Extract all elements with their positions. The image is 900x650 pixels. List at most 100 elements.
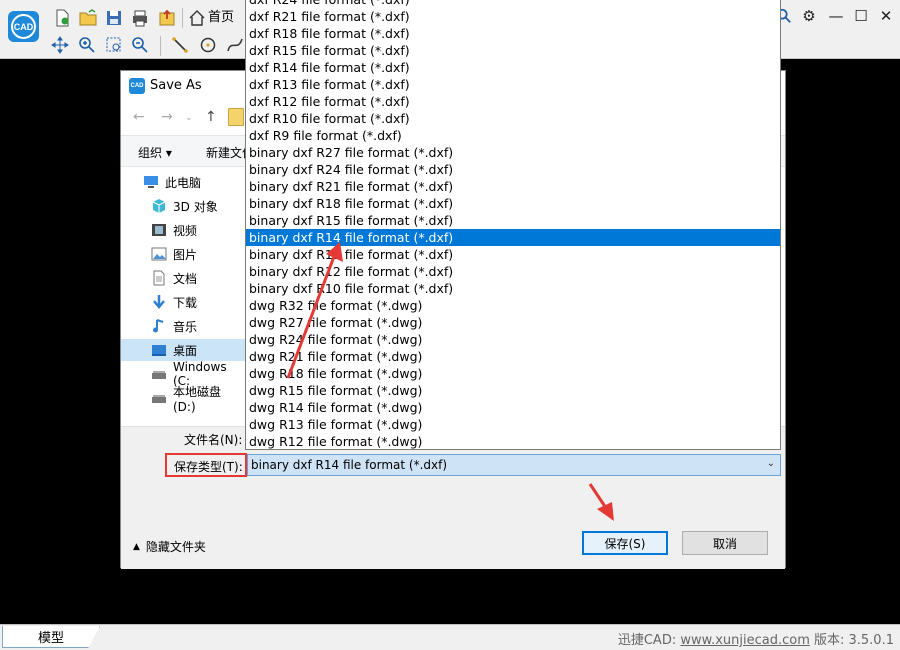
filetype-option[interactable]: binary dxf R13 file format (*.dxf): [246, 246, 780, 263]
model-tab-label: 模型: [38, 631, 65, 646]
filetype-option[interactable]: dxf R9 file format (*.dxf): [246, 127, 780, 144]
zoom-in-icon[interactable]: [77, 35, 97, 55]
dialog-app-icon: CAD: [129, 78, 145, 94]
nav-item-label: 本地磁盘 (D:): [173, 384, 222, 414]
minimize-icon[interactable]: —: [826, 6, 846, 26]
export-icon[interactable]: [157, 8, 177, 28]
filetype-option[interactable]: binary dxf R10 file format (*.dxf): [246, 280, 780, 297]
nav-item[interactable]: 下载: [121, 291, 246, 313]
status-info: 迅捷CAD: www.xunjiecad.com 版本: 3.5.0.1: [618, 629, 894, 648]
filetype-option[interactable]: dxf R15 file format (*.dxf): [246, 42, 780, 59]
gear-icon[interactable]: ⚙: [799, 6, 819, 26]
nav-item[interactable]: 文档: [121, 267, 246, 289]
filetype-select[interactable]: binary dxf R14 file format (*.dxf) ⌄: [247, 454, 781, 476]
website-link[interactable]: www.xunjiecad.com: [680, 633, 810, 648]
zoom-window-icon[interactable]: [104, 35, 124, 55]
filetype-option[interactable]: binary dxf R27 file format (*.dxf): [246, 144, 780, 161]
filetype-dropdown-list: dxf R24 file format (*.dxf)dxf R21 file …: [245, 0, 781, 450]
up-arrow-icon[interactable]: ↑: [205, 109, 217, 125]
filetype-option[interactable]: binary dxf R21 file format (*.dxf): [246, 178, 780, 195]
filetype-option[interactable]: dxf R10 file format (*.dxf): [246, 110, 780, 127]
navigation-pane: 此电脑 3D 对象 视频 图片 文档 下载 音乐 桌面 Windows (C: 本地磁盘 (D:): [121, 171, 246, 415]
filetype-option[interactable]: dwg R32 file format (*.dwg): [246, 297, 780, 314]
chevron-down-icon[interactable]: ⌄: [185, 113, 193, 123]
nav-item[interactable]: 此电脑: [121, 171, 246, 193]
filetype-option[interactable]: dwg R21 file format (*.dwg): [246, 348, 780, 365]
filetype-option[interactable]: binary dxf R12 file format (*.dxf): [246, 263, 780, 280]
toolbar-divider: [160, 36, 161, 56]
maximize-icon[interactable]: ☐: [851, 6, 871, 26]
nav-item-label: 下载: [173, 295, 198, 310]
computer-icon: [143, 174, 159, 190]
filetype-option[interactable]: dxf R12 file format (*.dxf): [246, 93, 780, 110]
download-icon: [151, 294, 167, 310]
nav-item-label: 视频: [173, 223, 198, 238]
version-label: 版本: 3.5.0.1: [809, 633, 894, 648]
forward-arrow-icon[interactable]: →: [161, 109, 173, 125]
nav-item-label: 音乐: [173, 319, 198, 334]
filetype-option[interactable]: binary dxf R14 file format (*.dxf): [246, 229, 780, 246]
filetype-option[interactable]: dxf R18 file format (*.dxf): [246, 25, 780, 42]
filetype-option[interactable]: dxf R21 file format (*.dxf): [246, 8, 780, 25]
desktop-icon: [151, 342, 167, 358]
nav-item[interactable]: 图片: [121, 243, 246, 265]
print-icon[interactable]: [130, 8, 150, 28]
pan-icon[interactable]: [50, 35, 70, 55]
picture-icon: [151, 246, 167, 262]
filetype-option[interactable]: dxf R24 file format (*.dxf): [246, 0, 780, 8]
filetype-option[interactable]: dwg R14 file format (*.dwg): [246, 399, 780, 416]
nav-item[interactable]: 本地磁盘 (D:): [121, 385, 246, 414]
nav-item[interactable]: 视频: [121, 219, 246, 241]
filetype-option[interactable]: dxf R13 file format (*.dxf): [246, 76, 780, 93]
save-button[interactable]: 保存(S): [582, 531, 668, 555]
home-tab-label[interactable]: 首页: [208, 10, 234, 26]
cancel-button[interactable]: 取消: [682, 531, 768, 555]
model-tab[interactable]: 模型: [2, 626, 100, 648]
caret-up-icon: ▲: [133, 541, 140, 552]
toolbar-divider: [182, 8, 183, 28]
home-icon[interactable]: [187, 8, 207, 28]
nav-item-label: 桌面: [173, 343, 198, 358]
filetype-option[interactable]: dxf R14 file format (*.dxf): [246, 59, 780, 76]
filetype-option[interactable]: dwg R15 file format (*.dwg): [246, 382, 780, 399]
filetype-option[interactable]: binary dxf R24 file format (*.dxf): [246, 161, 780, 178]
music-icon: [151, 318, 167, 334]
close-icon[interactable]: ✕: [876, 6, 896, 26]
filetype-option[interactable]: dwg R18 file format (*.dwg): [246, 365, 780, 382]
new-file-icon[interactable]: [52, 8, 72, 28]
hide-folders-toggle[interactable]: ▲ 隐藏文件夹: [133, 538, 206, 555]
nav-item[interactable]: 桌面: [121, 339, 246, 361]
open-folder-icon[interactable]: [78, 8, 98, 28]
filetype-option[interactable]: dwg R12 file format (*.dwg): [246, 433, 780, 449]
organize-menu[interactable]: 组织 ▾: [138, 144, 172, 161]
window-controls: ⚙ — ☐ ✕: [772, 0, 900, 34]
nav-item[interactable]: 音乐: [121, 315, 246, 337]
filetype-option[interactable]: binary dxf R15 file format (*.dxf): [246, 212, 780, 229]
filetype-option[interactable]: dwg R27 file format (*.dwg): [246, 314, 780, 331]
nav-item-label: 此电脑: [165, 175, 202, 190]
folder-icon[interactable]: [228, 108, 244, 126]
hide-folders-label: 隐藏文件夹: [145, 540, 206, 554]
cube-icon: [151, 198, 167, 214]
app-logo[interactable]: CAD: [8, 11, 39, 42]
drive-icon: [151, 390, 167, 406]
nav-item[interactable]: 3D 对象: [121, 195, 246, 217]
nav-item-label: 3D 对象: [173, 199, 218, 214]
back-arrow-icon[interactable]: ←: [133, 109, 145, 125]
filetype-option[interactable]: dwg R24 file format (*.dwg): [246, 331, 780, 348]
save-icon[interactable]: [104, 8, 124, 28]
line-tool-icon[interactable]: [170, 35, 190, 55]
nav-item-label: 文档: [173, 271, 198, 286]
filetype-option[interactable]: dwg R13 file format (*.dwg): [246, 416, 780, 433]
zoom-extents-icon[interactable]: [130, 35, 150, 55]
app-logo-text: CAD: [11, 14, 36, 39]
document-icon: [151, 270, 167, 286]
filetype-select-value: binary dxf R14 file format (*.dxf): [251, 458, 448, 472]
status-bar: 模型 迅捷CAD: www.xunjiecad.com 版本: 3.5.0.1: [0, 624, 900, 650]
filetype-option[interactable]: binary dxf R18 file format (*.dxf): [246, 195, 780, 212]
brand-label: 迅捷CAD:: [617, 633, 681, 648]
spline-tool-icon[interactable]: [225, 35, 245, 55]
dialog-title: Save As: [150, 78, 202, 93]
chevron-down-icon[interactable]: ⌄: [767, 458, 775, 469]
circle-tool-icon[interactable]: [198, 35, 218, 55]
